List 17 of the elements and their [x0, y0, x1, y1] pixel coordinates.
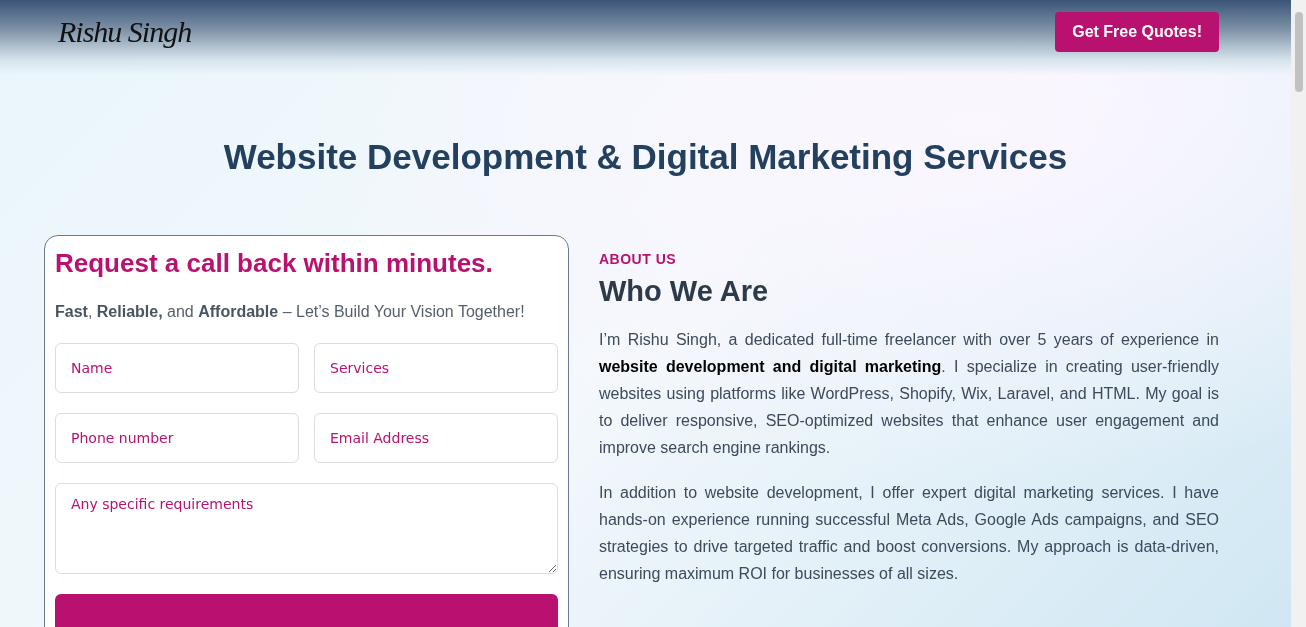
about-paragraph: I’m Rishu Singh, a dedicated full-time freelancer with over 5 years of experience in website development and digital marketing. I specialize in creating user-friendly websites using platforms like WordPress, Shopify, Wix, Laravel, and HTML. My goal is to deliver responsive, SEO-optimized websites that enhance user engagement and improve search engine rankings.: [599, 330, 1219, 458]
input-field[interactable]: Services: [314, 343, 558, 393]
input-field[interactable]: Phone number: [55, 413, 299, 463]
get-quotes-button[interactable]: Get Free Quotes!: [1055, 11, 1219, 52]
input-field[interactable]: Email Address: [314, 413, 558, 463]
logo[interactable]: Rishu Singh: [58, 14, 192, 49]
page-title: Website Development & Digital Marketing Services: [222, 137, 1069, 177]
section-label: ABOUT US: [599, 251, 678, 267]
form-title: Request a call back within minutes.: [55, 248, 494, 279]
about-paragraph: In addition to website development, I offer expert digital marketing services. I have hands-on experience running successful Meta Ads, Google Ads campaigns, and SEO strategies to drive targeted traffic and boost conversions. My approach is data-driven, ensuring maximum ROI for businesses of all sizes.: [599, 483, 1219, 584]
input-field[interactable]: Name: [55, 343, 299, 393]
submit-button[interactable]: [55, 594, 558, 627]
requirements-field[interactable]: Any specific requirements: [55, 483, 558, 574]
scrollbar[interactable]: [1291, 0, 1306, 627]
form-subtitle: Fast, Reliable, and Affordable – Let’s Build Your Vision Together!: [55, 303, 526, 321]
scrollbar-thumb[interactable]: [1294, 12, 1303, 92]
section-title: Who We Are: [599, 275, 770, 308]
